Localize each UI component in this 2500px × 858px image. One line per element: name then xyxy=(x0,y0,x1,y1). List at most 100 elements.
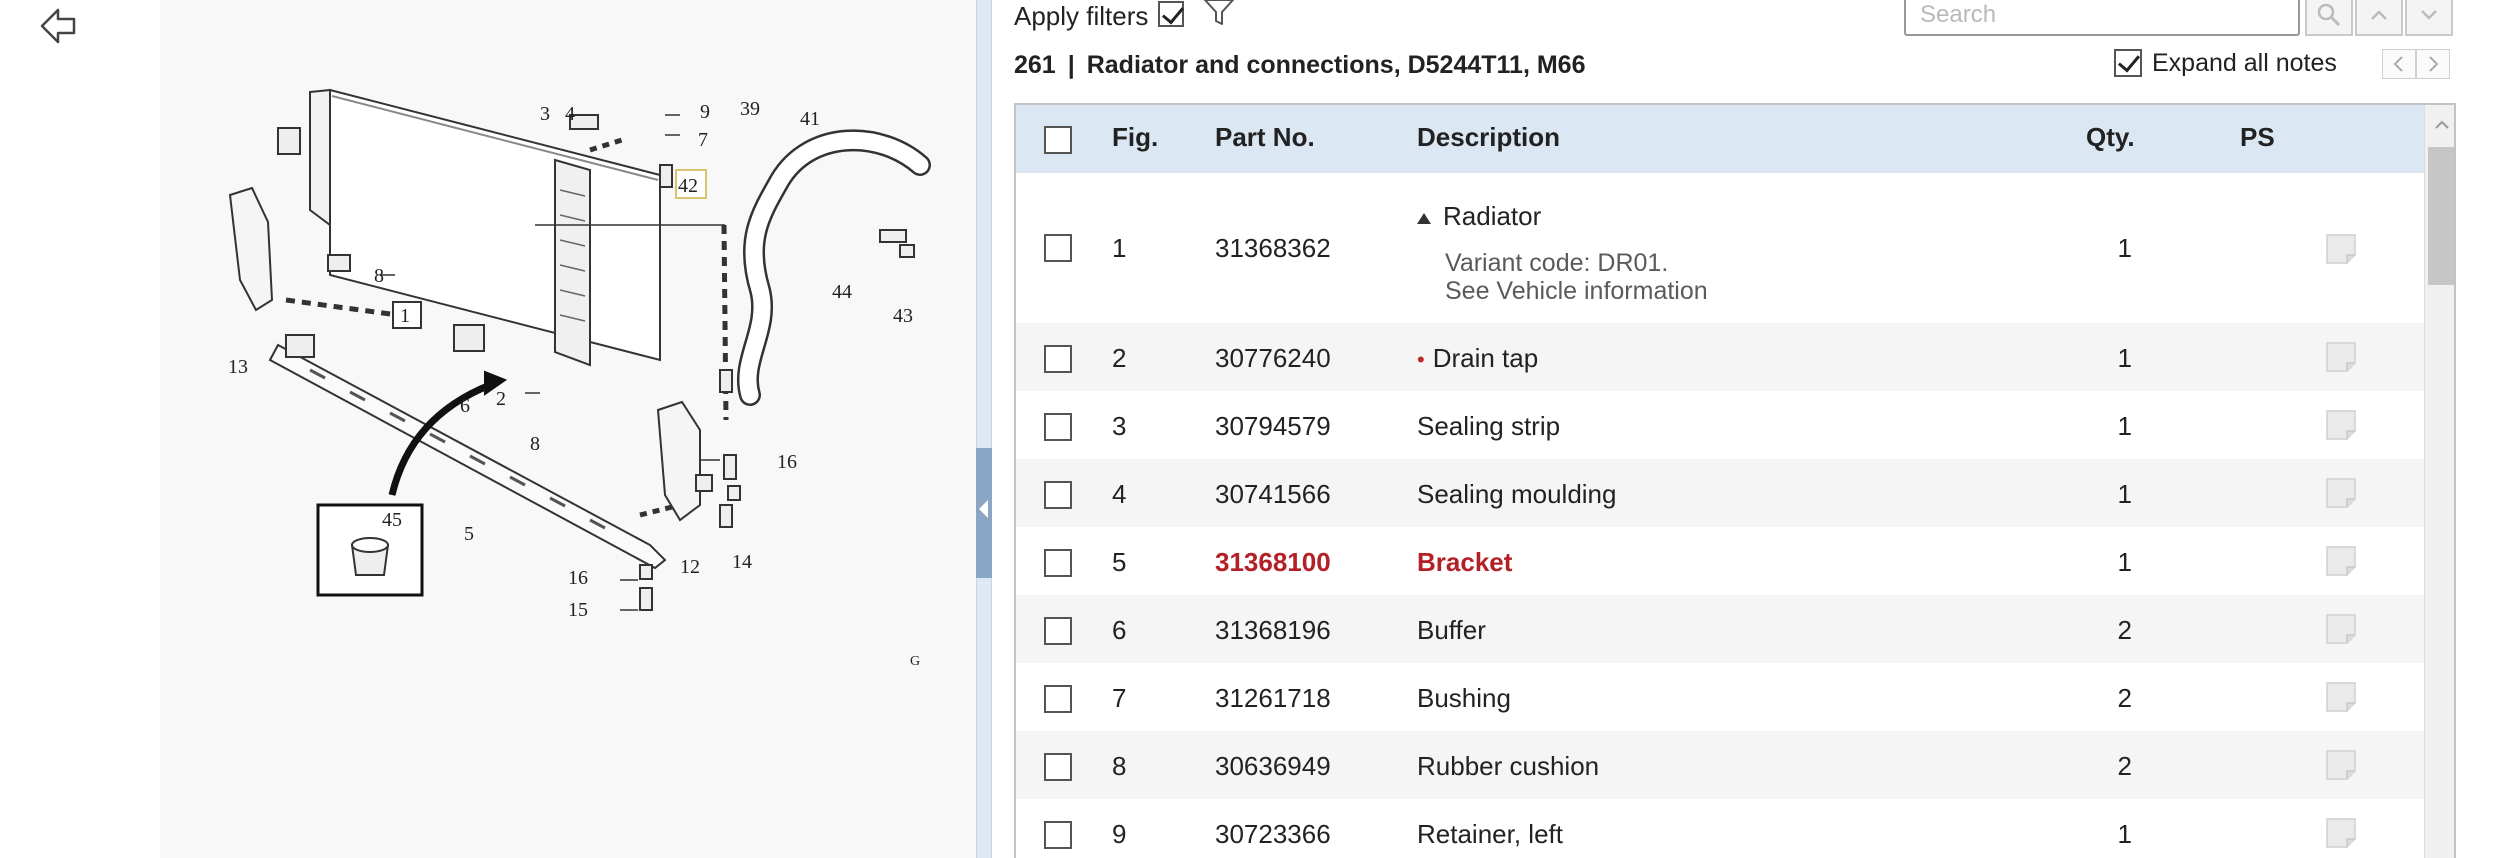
description-cell[interactable]: Sealing moulding xyxy=(1417,479,1616,510)
diagram-label: 41 xyxy=(800,108,820,130)
part-number-cell[interactable]: 30636949 xyxy=(1215,751,1331,782)
select-all-checkbox[interactable] xyxy=(1044,123,1072,155)
diagram-label: 15 xyxy=(568,599,588,621)
table-row[interactable]: 6 31368196 Buffer 2 xyxy=(1016,595,2424,663)
apply-filters-checkbox[interactable] xyxy=(1158,1,1185,27)
chevron-left-icon xyxy=(2393,56,2403,72)
table-row[interactable]: 1 31368362 Radiator Variant code: DR01. … xyxy=(1016,173,2424,323)
collapse-triangle-icon[interactable] xyxy=(1417,212,1431,224)
part-number-cell[interactable]: 31368196 xyxy=(1215,615,1331,646)
parts-table: Fig. Part No. Description Qty. PS 1 3136… xyxy=(1014,103,2456,858)
note-icon[interactable] xyxy=(2323,611,2359,647)
previous-section-button[interactable] xyxy=(2382,49,2416,79)
description-cell[interactable]: Bushing xyxy=(1417,683,1511,714)
header-description[interactable]: Description xyxy=(1417,122,1560,153)
parts-list-panel: Apply filters 261 | Radiator and connect… xyxy=(992,0,2500,858)
row-checkbox[interactable] xyxy=(1044,818,1072,850)
description-cell[interactable]: Sealing strip xyxy=(1417,411,1560,442)
fig-cell: 9 xyxy=(1112,819,1127,849)
search-button[interactable] xyxy=(2305,0,2353,36)
scroll-thumb[interactable] xyxy=(2428,147,2454,285)
note-icon[interactable] xyxy=(2323,407,2359,443)
table-row[interactable]: 9 30723366 Retainer, left 1 xyxy=(1016,799,2424,858)
description-cell[interactable]: Bracket xyxy=(1417,547,1512,578)
diagram-label: 8 xyxy=(530,433,540,455)
parts-illustration[interactable]: 3 4 9 39 41 7 42 8 1 44 43 13 6 2 8 16 4… xyxy=(160,0,976,858)
note-icon[interactable] xyxy=(2323,679,2359,715)
description-cell[interactable]: Buffer xyxy=(1417,615,1486,646)
diagram-label: 14 xyxy=(732,551,752,573)
row-checkbox[interactable] xyxy=(1044,682,1072,714)
expand-notes-label: Expand all notes xyxy=(2152,48,2337,77)
diagram-label: 5 xyxy=(464,523,474,545)
diagram-label: 44 xyxy=(832,281,852,303)
back-button[interactable] xyxy=(38,4,82,48)
search-next-button[interactable] xyxy=(2405,0,2453,36)
row-checkbox[interactable] xyxy=(1044,478,1072,510)
description-cell[interactable]: Rubber cushion xyxy=(1417,751,1599,782)
chevron-right-icon xyxy=(2429,56,2439,72)
scroll-up-arrow-icon xyxy=(2435,120,2449,129)
qty-cell: 1 xyxy=(2117,233,2132,263)
row-checkbox[interactable] xyxy=(1044,750,1072,782)
diagram-label: 39 xyxy=(740,98,760,120)
table-header: Fig. Part No. Description Qty. PS xyxy=(1016,105,2424,173)
next-section-button[interactable] xyxy=(2416,49,2450,79)
diagram-label: 16 xyxy=(777,451,797,473)
diagram-label: 13 xyxy=(228,356,248,378)
search-icon xyxy=(2317,3,2341,27)
table-row[interactable]: 2 30776240 • Drain tap 1 xyxy=(1016,323,2424,391)
note-icon[interactable] xyxy=(2323,747,2359,783)
row-checkbox[interactable] xyxy=(1044,546,1072,578)
row-checkbox[interactable] xyxy=(1044,410,1072,442)
part-number-cell[interactable]: 31368362 xyxy=(1215,233,1331,264)
table-row[interactable]: 7 31261718 Bushing 2 xyxy=(1016,663,2424,731)
scroll-up-button[interactable] xyxy=(2425,105,2454,145)
part-number-cell[interactable]: 30794579 xyxy=(1215,411,1331,442)
header-ps[interactable]: PS xyxy=(2240,122,2275,153)
diagram-label: 42 xyxy=(678,175,698,197)
part-number-cell[interactable]: 31368100 xyxy=(1215,547,1331,578)
note-icon[interactable] xyxy=(2323,339,2359,375)
diagram-label: 45 xyxy=(382,509,402,531)
note-icon[interactable] xyxy=(2323,231,2359,267)
description-cell[interactable]: Radiator xyxy=(1417,201,1541,232)
description-text: Drain tap xyxy=(1432,343,1539,373)
table-row-selected[interactable]: 5 31368100 Bracket 1 xyxy=(1016,527,2424,595)
filter-icon[interactable] xyxy=(1202,0,1236,27)
diagram-label: 2 xyxy=(496,388,506,410)
table-scrollbar[interactable] xyxy=(2424,105,2454,858)
search-previous-button[interactable] xyxy=(2355,0,2403,36)
part-number-cell[interactable]: 31261718 xyxy=(1215,683,1331,714)
search-input[interactable] xyxy=(1904,0,2300,36)
table-row[interactable]: 3 30794579 Sealing strip 1 xyxy=(1016,391,2424,459)
note-icon[interactable] xyxy=(2323,815,2359,851)
qty-cell: 1 xyxy=(2117,547,2132,577)
expand-notes-checkbox[interactable] xyxy=(2114,49,2142,77)
table-row[interactable]: 4 30741566 Sealing moulding 1 xyxy=(1016,459,2424,527)
description-cell[interactable]: • Drain tap xyxy=(1417,343,1538,374)
qty-cell: 1 xyxy=(2117,411,2132,441)
header-fig[interactable]: Fig. xyxy=(1112,122,1158,153)
expand-notes-control: Expand all notes xyxy=(2114,46,2337,80)
section-title: 261 | Radiator and connections, D5244T11… xyxy=(1014,48,1586,82)
vehicle-info-text: See Vehicle information xyxy=(1445,277,1708,305)
row-checkbox[interactable] xyxy=(1044,231,1072,263)
diagram-label: 7 xyxy=(698,129,708,151)
part-number-cell[interactable]: 30741566 xyxy=(1215,479,1331,510)
panel-splitter[interactable] xyxy=(976,0,992,858)
row-checkbox[interactable] xyxy=(1044,614,1072,646)
collapse-left-icon[interactable] xyxy=(979,500,988,518)
diagram-panel: 3 4 9 39 41 7 42 8 1 44 43 13 6 2 8 16 4… xyxy=(0,0,976,858)
table-row[interactable]: 8 30636949 Rubber cushion 2 xyxy=(1016,731,2424,799)
row-checkbox[interactable] xyxy=(1044,342,1072,374)
header-qty[interactable]: Qty. xyxy=(2086,122,2135,153)
exploded-view-drawing: 3 4 9 39 41 7 42 8 1 44 43 13 6 2 8 16 4… xyxy=(228,88,931,669)
header-part-no[interactable]: Part No. xyxy=(1215,122,1315,153)
part-number-cell[interactable]: 30723366 xyxy=(1215,819,1331,850)
description-cell[interactable]: Retainer, left xyxy=(1417,819,1563,850)
note-icon[interactable] xyxy=(2323,475,2359,511)
note-icon[interactable] xyxy=(2323,543,2359,579)
part-number-cell[interactable]: 30776240 xyxy=(1215,343,1331,374)
filter-bar: Apply filters xyxy=(1014,0,1236,32)
